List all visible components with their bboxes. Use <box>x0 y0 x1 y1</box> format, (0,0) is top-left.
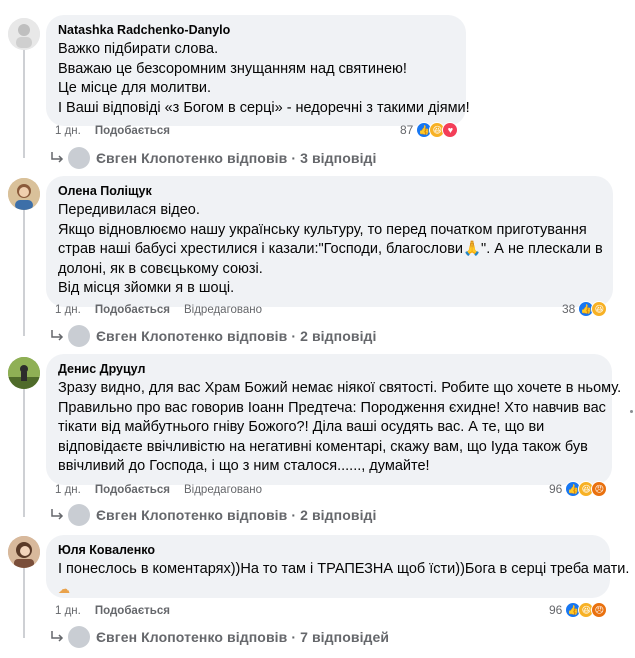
view-replies-link[interactable]: Євген Клопотенко відповів · 7 відповідей <box>50 626 389 648</box>
comment-timestamp[interactable]: 1 дн. <box>55 304 81 316</box>
like-button[interactable]: Подобається <box>95 125 170 137</box>
cloud-emoji-icon: ☁ <box>58 581 70 596</box>
thread-line <box>23 48 25 158</box>
like-button[interactable]: Подобається <box>95 304 170 316</box>
reaction-summary[interactable]: 87 👍 😆 ♥ <box>400 122 459 138</box>
view-replies-link[interactable]: Євген Клопотенко відповів · 3 відповіді <box>50 147 377 169</box>
thread-line <box>23 568 25 638</box>
reaction-count: 96 <box>549 603 563 617</box>
comment-text-line: Це місце для молитви. <box>58 80 212 96</box>
reply-arrow-icon <box>51 631 64 642</box>
comment-timestamp[interactable]: 1 дн. <box>55 605 81 617</box>
comment-bubble: Олена Поліщук Передивилася відео. Якщо в… <box>46 176 613 307</box>
comment-actions: 1 дн. Подобається Відредаговано <box>55 304 262 316</box>
replies-label: Євген Клопотенко відповів · 7 відповідей <box>96 629 390 645</box>
comment-timestamp[interactable]: 1 дн. <box>55 484 81 496</box>
reply-arrow-icon <box>51 509 64 520</box>
reaction-summary[interactable]: 38 👍 😆 <box>562 301 608 317</box>
comment-text-line: Правильно про вас говорив Іоанн Предтеча… <box>58 399 606 416</box>
replier-avatar <box>68 504 90 526</box>
comment-text-line: страв наші бабусі хрестилися і казали:"Г… <box>58 241 603 257</box>
avatar[interactable] <box>8 536 40 568</box>
avatar[interactable] <box>8 178 40 210</box>
reply-arrow-icon <box>51 152 64 163</box>
haha-reaction-icon: 😆 <box>591 301 608 317</box>
comment-text-line: Важко підбирати слова. <box>58 41 219 57</box>
comment-author[interactable]: Natashka Radchenko-Danylo <box>58 22 454 38</box>
comment-text-line: ввічливий до Господа, і що з ним сталося… <box>58 458 430 474</box>
like-button[interactable]: Подобається <box>95 484 170 496</box>
reaction-count: 87 <box>400 123 414 137</box>
comment-text-line: Зразу видно, для вас Храм Божий немає ні… <box>58 380 622 396</box>
comment-author[interactable]: Юля Коваленко <box>58 542 598 558</box>
reply-arrow-icon <box>51 330 64 341</box>
comment-text-line: відповідаєте ввічливістю на негативні ко… <box>58 438 588 455</box>
reaction-count: 96 <box>549 482 563 496</box>
comment-text-line: Якщо відновлюємо нашу українську культур… <box>58 221 587 238</box>
comment-bubble: Natashka Radchenko-Danylo Важко підбират… <box>46 15 470 126</box>
comment-text-line: Від місця зйомки я в шоці. <box>58 280 235 296</box>
view-replies-link[interactable]: Євген Клопотенко відповів · 2 відповіді <box>50 325 377 347</box>
replier-avatar <box>68 626 90 648</box>
avatar[interactable] <box>8 18 40 50</box>
comment-timestamp[interactable]: 1 дн. <box>55 125 81 137</box>
like-button[interactable]: Подобається <box>95 605 170 617</box>
comment-text-line: І понеслось в коментарях))На то там і ТР… <box>58 561 630 577</box>
replies-label: Євген Клопотенко відповів · 3 відповіді <box>96 150 377 166</box>
edited-label: Відредаговано <box>183 304 263 316</box>
comment-author[interactable]: Денис Друцул <box>58 361 600 377</box>
replies-label: Євген Клопотенко відповів · 2 відповіді <box>96 328 377 344</box>
comment-author[interactable]: Олена Поліщук <box>58 183 601 199</box>
comment-actions: 1 дн. Подобається Відредаговано <box>55 484 262 496</box>
replies-label: Євген Клопотенко відповів · 2 відповіді <box>96 507 377 523</box>
love-reaction-icon: ♥ <box>442 122 459 138</box>
comment-bubble: Юля Коваленко І понеслось в коментарях))… <box>46 535 630 598</box>
angry-reaction-icon: 😠 <box>591 481 608 497</box>
comment-text-line: Передивилася відео. <box>58 202 200 218</box>
replier-avatar <box>68 325 90 347</box>
comment-text-line: І Ваші відповіді «з Богом в серці» - нед… <box>58 99 470 116</box>
angry-reaction-icon: 😠 <box>591 602 608 618</box>
thread-line <box>23 387 25 517</box>
comment-text-line: Вважаю це безсоромним знущанням над свят… <box>58 60 407 77</box>
edited-label: Відредаговано <box>183 484 263 496</box>
scrollbar-indicator[interactable] <box>630 410 633 413</box>
avatar[interactable] <box>8 357 40 389</box>
comment-actions: 1 дн. Подобається <box>55 605 170 617</box>
reaction-summary[interactable]: 96 👍 😆 😠 <box>549 602 608 618</box>
comment-actions: 1 дн. Подобається <box>55 125 170 137</box>
comment-text-line: тікати від майбутнього гніву Божого?! Ді… <box>58 419 545 435</box>
comment-text-line: долоні, як в совєцькому союзі. <box>58 260 263 277</box>
comment-bubble: Денис Друцул Зразу видно, для вас Храм Б… <box>46 354 622 485</box>
view-replies-link[interactable]: Євген Клопотенко відповів · 2 відповіді <box>50 504 377 526</box>
thread-line <box>23 210 25 336</box>
reaction-summary[interactable]: 96 👍 😆 😠 <box>549 481 608 497</box>
reaction-count: 38 <box>562 302 576 316</box>
replier-avatar <box>68 147 90 169</box>
